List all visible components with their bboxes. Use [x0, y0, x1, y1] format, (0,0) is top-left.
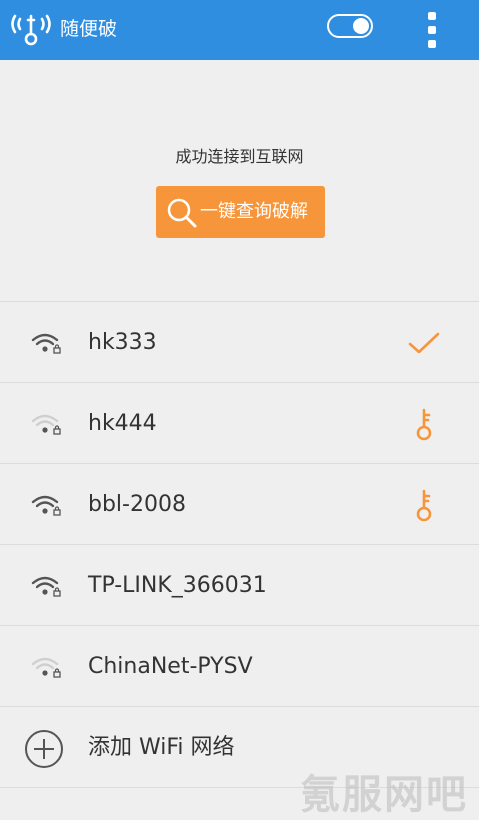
app-title: 随便破 [60, 18, 118, 40]
wifi-signal-icon [31, 333, 61, 354]
wifi-signal-icon [31, 495, 61, 516]
wifi-ssid: hk444 [88, 411, 157, 436]
wifi-ssid: ChinaNet-PYSV [88, 654, 253, 679]
connection-status-text: 成功连接到互联网 [175, 147, 304, 166]
toggle-knob [353, 18, 369, 34]
wifi-list-item[interactable]: hk333 [0, 301, 479, 382]
watermark-text: 氪服网吧 [300, 772, 468, 818]
wifi-list-item[interactable]: hk444 [0, 382, 479, 463]
wifi-signal-icon [31, 657, 61, 678]
add-circle-icon [25, 730, 63, 768]
wifi-list-item[interactable]: ChinaNet-PYSV [0, 625, 479, 706]
one-click-crack-button[interactable]: 一键查询破解 [156, 186, 325, 238]
wifi-ssid: hk333 [88, 330, 157, 355]
crack-button-label: 一键查询破解 [200, 201, 308, 222]
wifi-ssid: TP-LINK_366031 [88, 573, 267, 598]
add-wifi-network-label: 添加 WiFi 网络 [88, 735, 235, 760]
wifi-network-list: hk333 hk444 bbl-2008 TP-LINK_366031 Chin… [0, 301, 479, 788]
wifi-list-item[interactable]: TP-LINK_366031 [0, 544, 479, 625]
wifi-list-item[interactable]: bbl-2008 [0, 463, 479, 544]
check-icon [408, 332, 440, 354]
overflow-menu-button[interactable] [422, 10, 442, 50]
key-icon [416, 408, 432, 441]
key-icon [416, 489, 432, 522]
wifi-toggle-switch[interactable] [327, 14, 373, 38]
wifi-key-logo-icon [11, 14, 51, 46]
wifi-signal-icon [31, 414, 61, 435]
app-bar: 随便破 [0, 0, 479, 60]
wifi-ssid: bbl-2008 [88, 492, 186, 517]
search-icon [167, 198, 197, 228]
wifi-signal-icon [31, 576, 61, 597]
